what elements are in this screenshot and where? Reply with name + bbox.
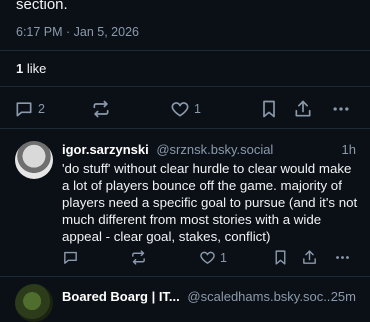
bookmark-icon: [263, 100, 275, 118]
author-handle[interactable]: @scaledhams.bsky.soc...: [187, 289, 334, 304]
reply-author-row: igor.sarzynski @srznsk.bsky.social 1h: [62, 142, 356, 160]
like-count: 1: [220, 250, 227, 265]
divider: [0, 276, 370, 277]
author-display-name[interactable]: Boared Boarg | IT...: [62, 289, 180, 304]
share-button[interactable]: [301, 249, 318, 266]
repost-icon: [132, 250, 145, 265]
reply-button[interactable]: 2: [14, 99, 45, 119]
repost-icon: [93, 100, 109, 118]
bookmark-icon: [275, 250, 286, 265]
bookmark-button[interactable]: [259, 99, 279, 119]
reply-time[interactable]: 25m: [331, 289, 356, 304]
likes-label: like: [26, 61, 47, 76]
heart-icon: [171, 102, 189, 117]
more-button[interactable]: [334, 249, 351, 266]
divider: [0, 86, 370, 87]
like-button[interactable]: 1: [199, 249, 227, 266]
likes-summary[interactable]: 1 like: [16, 61, 46, 76]
reply-count: 2: [38, 102, 45, 116]
share-icon: [303, 250, 316, 264]
avatar[interactable]: [15, 141, 53, 179]
post-timestamp: 6:17 PM · Jan 5, 2026: [16, 25, 139, 39]
bookmark-button[interactable]: [272, 249, 289, 266]
reply-text: 'do stuff' without clear hurdle to clear…: [62, 161, 358, 244]
repost-button[interactable]: [91, 99, 111, 119]
reply-author-row: Boared Boarg | IT... @scaledhams.bsky.so…: [62, 289, 356, 307]
more-button[interactable]: [331, 99, 351, 119]
like-count: 1: [194, 102, 201, 116]
more-icon: [333, 107, 349, 111]
likes-count: 1: [16, 61, 24, 76]
reply-time[interactable]: 1h: [342, 142, 356, 157]
more-icon: [336, 256, 349, 259]
avatar[interactable]: [15, 284, 53, 322]
divider: [0, 128, 370, 129]
divider: [0, 50, 370, 51]
reply-button[interactable]: [62, 249, 79, 266]
reply-icon: [64, 251, 77, 264]
like-button[interactable]: 1: [170, 99, 201, 119]
author-handle[interactable]: @srznsk.bsky.social: [156, 142, 273, 157]
reply-icon: [16, 102, 32, 117]
share-button[interactable]: [293, 99, 313, 119]
share-icon: [295, 100, 311, 117]
author-display-name[interactable]: igor.sarzynski: [62, 142, 149, 157]
repost-button[interactable]: [130, 249, 147, 266]
heart-icon: [200, 251, 215, 264]
post-text-tail: section.: [16, 0, 68, 13]
